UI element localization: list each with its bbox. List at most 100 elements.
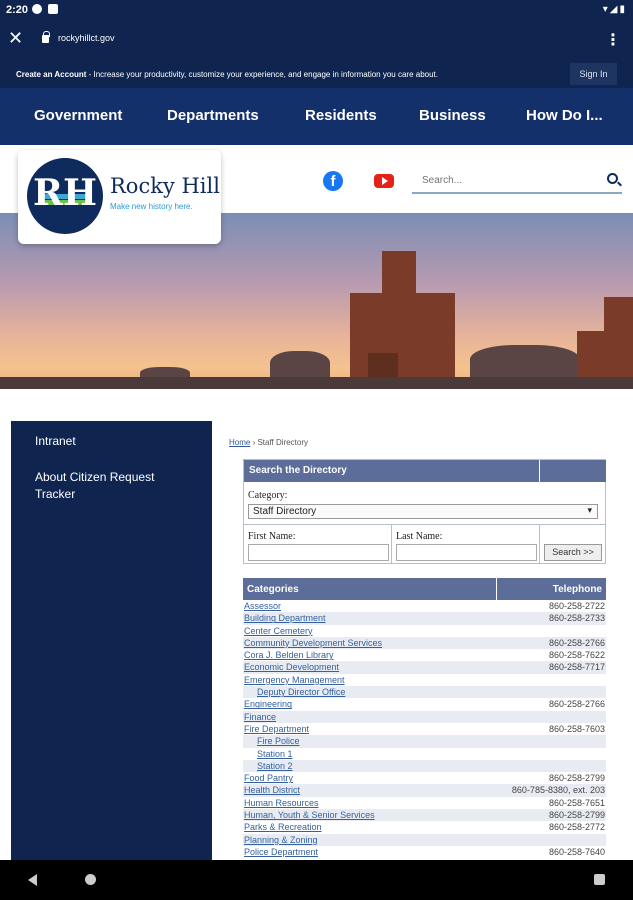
category-telephone: 860-258-7622 bbox=[548, 650, 605, 661]
nav-departments[interactable]: Departments bbox=[167, 107, 259, 124]
category-link[interactable]: Station 1 bbox=[257, 748, 293, 760]
table-row: Finance bbox=[243, 710, 606, 723]
category-link[interactable]: Human, Youth & Senior Services bbox=[244, 809, 375, 821]
youtube-icon[interactable] bbox=[374, 174, 394, 188]
close-tab-icon[interactable]: ✕ bbox=[8, 29, 23, 47]
nav-government[interactable]: Government bbox=[34, 107, 122, 124]
category-telephone: 860-258-7603 bbox=[548, 723, 605, 734]
table-header: Categories Telephone bbox=[243, 578, 606, 600]
search-input[interactable] bbox=[412, 170, 592, 190]
create-account-link[interactable]: Create an Account bbox=[16, 70, 86, 79]
search-box bbox=[412, 168, 622, 194]
table-row: Station 1 bbox=[243, 748, 606, 760]
facebook-icon[interactable]: f bbox=[323, 171, 343, 191]
table-body: Assessor 860-258-2722 Building Department 8… bbox=[243, 600, 606, 858]
back-icon[interactable] bbox=[28, 874, 37, 886]
system-nav-bar bbox=[0, 860, 633, 900]
category-telephone: 860-258-2766 bbox=[548, 637, 605, 648]
category-link[interactable]: Community Development Services bbox=[244, 637, 382, 649]
table-row: Engineering 860-258-2766 bbox=[243, 698, 606, 710]
table-row: Planning & Zoning bbox=[243, 833, 606, 846]
category-telephone: 860-258-7651 bbox=[548, 797, 605, 808]
table-row: Center Cemetery bbox=[243, 625, 606, 637]
sidebar-item-intranet[interactable]: Intranet bbox=[35, 433, 76, 450]
table-row: Police Department 860-258-7640 bbox=[243, 846, 606, 858]
category-link[interactable]: Health District bbox=[244, 784, 300, 796]
lock-icon bbox=[42, 31, 50, 43]
category-telephone: 860-258-7640 bbox=[548, 846, 605, 857]
first-name-label: First Name: bbox=[248, 531, 296, 542]
category-link[interactable]: Assessor bbox=[244, 600, 281, 612]
category-telephone: 860-785-8380, ext. 203 bbox=[511, 785, 605, 796]
category-link[interactable]: Cora J. Belden Library bbox=[244, 649, 334, 661]
search-icon[interactable] bbox=[607, 173, 618, 184]
last-name-label: Last Name: bbox=[396, 531, 443, 542]
category-link[interactable]: Fire Police bbox=[257, 735, 300, 747]
table-row: Building Department 860-258-2733 bbox=[243, 612, 606, 625]
table-row: Assessor 860-258-2722 bbox=[243, 600, 606, 612]
directory-search: Search the Directory Category: Staff Dir… bbox=[243, 459, 606, 564]
sign-in-button[interactable]: Sign In bbox=[570, 63, 617, 85]
category-select[interactable]: Staff Directory bbox=[248, 504, 598, 519]
sidebar-item-citizen-request[interactable]: About Citizen Request Tracker bbox=[35, 469, 175, 503]
table-row: Parks & Recreation 860-258-2772 bbox=[243, 821, 606, 833]
category-link[interactable]: Parks & Recreation bbox=[244, 821, 322, 833]
directory-title: Search the Directory bbox=[244, 460, 539, 482]
browser-menu-icon[interactable]: ⋮ bbox=[605, 30, 621, 50]
last-name-input[interactable] bbox=[396, 544, 537, 561]
sidebar: Intranet About Citizen Request Tracker bbox=[11, 421, 212, 860]
category-telephone: 860-258-7717 bbox=[548, 662, 605, 673]
status-bar: 2:20 ▾◢▮ bbox=[0, 0, 633, 20]
site-logo[interactable]: RH Rocky Hill Make new history here. bbox=[18, 150, 221, 244]
category-link[interactable]: Police Department bbox=[244, 846, 318, 858]
category-link[interactable]: Planning & Zoning bbox=[244, 834, 318, 846]
breadcrumb-current: Staff Directory bbox=[257, 438, 308, 447]
message-icon bbox=[48, 4, 58, 14]
logo-tagline: Make new history here. bbox=[110, 202, 193, 211]
table-row: Human, Youth & Senior Services 860-258-27… bbox=[243, 809, 606, 822]
table-row: Community Development Services 860-258-27… bbox=[243, 636, 606, 650]
category-telephone: 860-258-2772 bbox=[548, 822, 605, 833]
table-row: Fire Department 860-258-7603 bbox=[243, 723, 606, 735]
table-row: Health District 860-785-8380, ext. 203 bbox=[243, 784, 606, 797]
category-telephone: 860-258-2799 bbox=[548, 810, 605, 821]
category-link[interactable]: Finance bbox=[244, 711, 276, 723]
first-name-input[interactable] bbox=[248, 544, 389, 561]
search-button[interactable]: Search >> bbox=[544, 544, 602, 561]
nav-how-do-i[interactable]: How Do I... bbox=[526, 107, 603, 124]
account-banner: Create an Account - Increase your produc… bbox=[0, 60, 633, 88]
category-link[interactable]: Engineering bbox=[244, 698, 292, 710]
status-time: 2:20 bbox=[6, 4, 29, 16]
url-bar[interactable]: rockyhillct.gov bbox=[58, 33, 115, 43]
category-telephone: 860-258-2733 bbox=[548, 613, 605, 624]
logo-name: Rocky Hill bbox=[110, 174, 220, 198]
recents-icon[interactable] bbox=[594, 874, 605, 885]
category-link[interactable]: Center Cemetery bbox=[244, 625, 313, 637]
nav-residents[interactable]: Residents bbox=[305, 107, 377, 124]
category-link[interactable]: Food Pantry bbox=[244, 772, 293, 784]
table-row: Human Resources 860-258-7651 bbox=[243, 797, 606, 809]
notification-icon bbox=[32, 4, 42, 14]
category-link[interactable]: Fire Department bbox=[244, 723, 309, 735]
category-link[interactable]: Emergency Management bbox=[244, 674, 345, 686]
table-row: Economic Development 860-258-7717 bbox=[243, 661, 606, 674]
table-row: Station 2 bbox=[243, 759, 606, 773]
home-icon[interactable] bbox=[85, 874, 96, 885]
battery-wifi-icon: ▾◢▮ bbox=[602, 4, 627, 15]
category-link[interactable]: Station 2 bbox=[257, 760, 293, 772]
category-link[interactable]: Deputy Director Office bbox=[257, 686, 345, 698]
categories-table: Categories Telephone Assessor 860-258-272… bbox=[243, 578, 606, 858]
breadcrumb-home[interactable]: Home bbox=[229, 438, 250, 447]
col-categories: Categories bbox=[247, 584, 299, 595]
category-link[interactable]: Building Department bbox=[244, 612, 326, 624]
col-telephone: Telephone bbox=[552, 584, 602, 595]
table-row: Deputy Director Office bbox=[243, 686, 606, 699]
browser-toolbar: ✕ rockyhillct.gov ⋮ bbox=[0, 20, 633, 60]
table-row: Emergency Management bbox=[243, 674, 606, 686]
category-telephone: 860-258-2722 bbox=[548, 601, 605, 611]
category-link[interactable]: Human Resources bbox=[244, 797, 319, 809]
category-telephone: 860-258-2766 bbox=[548, 699, 605, 710]
nav-business[interactable]: Business bbox=[419, 107, 486, 124]
category-label: Category: bbox=[248, 490, 288, 501]
category-link[interactable]: Economic Development bbox=[244, 661, 339, 673]
